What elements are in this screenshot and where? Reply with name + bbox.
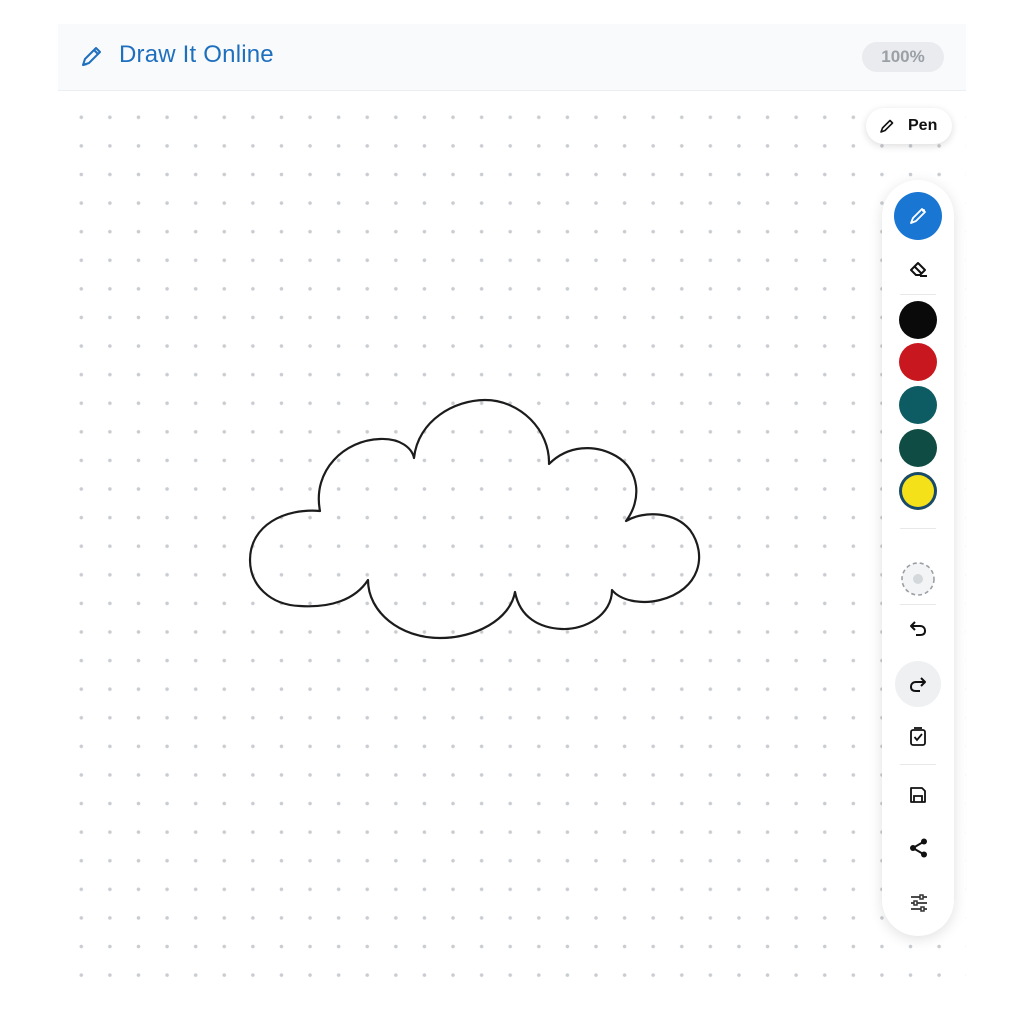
share-icon (910, 838, 927, 858)
app-title: Draw It Online (119, 41, 274, 68)
app-header: Draw It Online 100% (58, 24, 966, 91)
clear-icon (910, 727, 926, 746)
color-swatch-black[interactable] (899, 301, 937, 339)
toolbar-divider (900, 764, 936, 765)
eraser-icon (910, 262, 927, 277)
toolbar-divider (900, 294, 936, 295)
active-tool-chip[interactable]: Pen (866, 108, 952, 144)
toolbar-divider (900, 528, 936, 529)
brush-size-icon (901, 562, 935, 596)
active-tool-label: Pen (908, 117, 938, 134)
brush-size-button[interactable] (899, 560, 937, 598)
pen-icon (910, 208, 926, 224)
zoom-indicator[interactable]: 100% (862, 42, 944, 72)
save-button[interactable] (900, 777, 936, 813)
pencil-icon (880, 119, 894, 133)
pen-tool-button[interactable] (894, 192, 942, 240)
redo-icon (909, 677, 926, 692)
toolbar-divider (900, 604, 936, 605)
undo-button[interactable] (900, 610, 936, 646)
redo-button[interactable] (895, 661, 941, 707)
tool-palette (882, 180, 954, 936)
color-swatch-yellow[interactable] (899, 472, 937, 510)
undo-icon (910, 621, 927, 636)
pencil-icon (82, 47, 101, 66)
color-swatch-teal[interactable] (899, 386, 937, 424)
settings-button[interactable] (900, 884, 936, 920)
color-swatch-dark-green[interactable] (899, 429, 937, 467)
app-window: Draw It Online 100% (58, 24, 966, 992)
share-button[interactable] (900, 829, 936, 865)
drawing-canvas[interactable] (58, 91, 966, 992)
clear-canvas-button[interactable] (900, 717, 936, 753)
save-icon (910, 787, 926, 803)
color-swatch-red[interactable] (899, 343, 937, 381)
eraser-tool-button[interactable] (900, 250, 936, 286)
sliders-icon (911, 894, 927, 912)
